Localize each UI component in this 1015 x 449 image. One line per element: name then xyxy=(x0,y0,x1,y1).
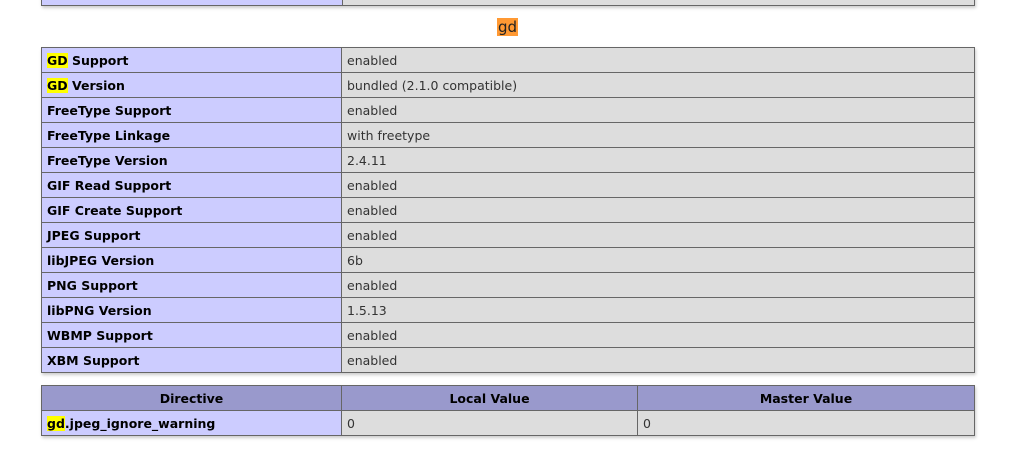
gd-directive-table: Directive Local Value Master Value gd.jp… xyxy=(41,385,975,436)
info-value: enabled xyxy=(341,197,975,223)
info-label-cell: WBMP Support xyxy=(41,322,342,348)
info-label: libJPEG Version xyxy=(47,252,155,268)
info-value: enabled xyxy=(341,222,975,248)
info-label: WBMP Support xyxy=(47,327,153,343)
info-row: libJPEG Version 6b xyxy=(41,247,975,273)
directive-name: .jpeg_ignore_warning xyxy=(64,415,216,431)
section-title: gd xyxy=(0,16,1015,38)
search-highlight: GD xyxy=(47,77,68,93)
info-row: GD Support enabled xyxy=(41,47,975,73)
info-value: enabled xyxy=(341,272,975,298)
info-value: 1.5.13 xyxy=(341,297,975,323)
info-label-cell: XBM Support xyxy=(41,347,342,373)
info-label-cell: FreeType Support xyxy=(41,97,342,123)
info-row: libPNG Version 1.5.13 xyxy=(41,297,975,323)
info-label: libPNG Version xyxy=(47,302,152,318)
info-row: WBMP Support enabled xyxy=(41,322,975,348)
directive-local-value: 0 xyxy=(341,410,638,436)
info-row: FreeType Support enabled xyxy=(41,97,975,123)
directive-header: Directive xyxy=(41,385,342,411)
local-value-header: Local Value xyxy=(341,385,638,411)
info-value: enabled xyxy=(341,97,975,123)
info-row: FreeType Version 2.4.11 xyxy=(41,147,975,173)
directive-name-cell: gd.jpeg_ignore_warning xyxy=(41,410,342,436)
info-row: XBM Support enabled xyxy=(41,347,975,373)
info-label: PNG Support xyxy=(47,277,138,293)
info-value: enabled xyxy=(341,322,975,348)
info-row: GIF Create Support enabled xyxy=(41,197,975,223)
info-label-cell: PNG Support xyxy=(41,272,342,298)
search-highlight: gd xyxy=(47,415,65,431)
info-value: enabled xyxy=(341,47,975,73)
info-label: GIF Read Support xyxy=(47,177,172,193)
info-label-cell: GIF Read Support xyxy=(41,172,342,198)
info-row: PNG Support enabled xyxy=(41,272,975,298)
info-label: JPEG Support xyxy=(47,227,141,243)
info-label-cell: libJPEG Version xyxy=(41,247,342,273)
section-title-text: gd xyxy=(496,18,519,36)
info-label-cell: GD Support xyxy=(41,47,342,73)
info-value: enabled xyxy=(341,347,975,373)
info-label: FreeType Linkage xyxy=(47,127,171,143)
directive-master-value: 0 xyxy=(637,410,975,436)
info-label: Support xyxy=(67,52,129,68)
info-label: FreeType Version xyxy=(47,152,168,168)
info-value: bundled (2.1.0 compatible) xyxy=(341,72,975,98)
search-highlight: GD xyxy=(47,52,68,68)
info-label-cell: libPNG Version xyxy=(41,297,342,323)
info-value: with freetype xyxy=(341,122,975,148)
info-label-cell: FreeType Linkage xyxy=(41,122,342,148)
previous-section-table xyxy=(41,0,975,6)
master-value-header: Master Value xyxy=(637,385,975,411)
info-row: JPEG Support enabled xyxy=(41,222,975,248)
directive-header-row: Directive Local Value Master Value xyxy=(41,385,975,411)
previous-row-label-cell xyxy=(41,0,343,6)
info-row: GIF Read Support enabled xyxy=(41,172,975,198)
info-label: GIF Create Support xyxy=(47,202,183,218)
info-label: FreeType Support xyxy=(47,102,172,118)
info-value: enabled xyxy=(341,172,975,198)
info-value: 6b xyxy=(341,247,975,273)
phpinfo-page: gd GD Support enabled GD Version bundled (2… xyxy=(0,0,1015,449)
info-label-cell: GIF Create Support xyxy=(41,197,342,223)
previous-row-value-cell xyxy=(342,0,975,6)
info-row: GD Version bundled (2.1.0 compatible) xyxy=(41,72,975,98)
info-row: FreeType Linkage with freetype xyxy=(41,122,975,148)
gd-info-table: GD Support enabled GD Version bundled (2.1.… xyxy=(41,47,975,373)
info-label-cell: GD Version xyxy=(41,72,342,98)
info-label-cell: JPEG Support xyxy=(41,222,342,248)
directive-row: gd.jpeg_ignore_warning 0 0 xyxy=(41,410,975,436)
info-label: Version xyxy=(67,77,125,93)
info-label: XBM Support xyxy=(47,352,140,368)
info-value: 2.4.11 xyxy=(341,147,975,173)
info-label-cell: FreeType Version xyxy=(41,147,342,173)
